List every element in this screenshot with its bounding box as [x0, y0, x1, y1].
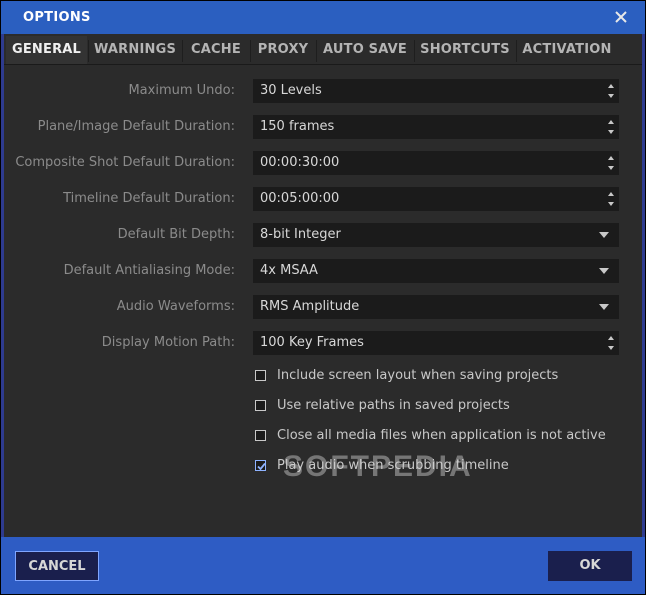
- plane-image-duration-label: Plane/Image Default Duration:: [37, 119, 235, 134]
- options-dialog: OPTIONS GENERAL WARNINGS CACHE PROXY AUT…: [0, 0, 646, 595]
- bit-depth-label: Default Bit Depth:: [117, 227, 235, 242]
- dropdown-arrow-icon[interactable]: [599, 304, 609, 310]
- antialiasing-mode-value: 4x MSAA: [260, 263, 318, 278]
- tab-warnings[interactable]: WARNINGS: [89, 36, 181, 64]
- antialiasing-mode-label: Default Antialiasing Mode:: [63, 263, 235, 278]
- dropdown-arrow-icon[interactable]: [599, 268, 609, 274]
- close-icon[interactable]: [611, 7, 631, 27]
- spinner-arrows-icon[interactable]: [607, 118, 615, 136]
- composite-shot-duration-spinner[interactable]: 00:00:30:00: [253, 151, 619, 175]
- cancel-button[interactable]: CANCEL: [15, 551, 99, 581]
- plane-image-duration-spinner[interactable]: 150 frames: [253, 115, 619, 139]
- spinner-arrows-icon[interactable]: [607, 334, 615, 352]
- tab-proxy[interactable]: PROXY: [251, 36, 315, 64]
- antialiasing-mode-dropdown[interactable]: 4x MSAA: [253, 259, 619, 283]
- tab-cache[interactable]: CACHE: [183, 36, 249, 64]
- motion-path-value: 100 Key Frames: [260, 335, 364, 350]
- tab-activation[interactable]: ACTIVATION: [517, 36, 617, 64]
- composite-shot-duration-label: Composite Shot Default Duration:: [15, 155, 235, 170]
- spinner-arrows-icon[interactable]: [607, 154, 615, 172]
- include-screen-layout-checkbox[interactable]: [255, 370, 266, 381]
- maximum-undo-label: Maximum Undo:: [128, 83, 235, 98]
- maximum-undo-spinner[interactable]: 30 Levels: [253, 79, 619, 103]
- motion-path-spinner[interactable]: 100 Key Frames: [253, 331, 619, 355]
- bit-depth-dropdown[interactable]: 8-bit Integer: [253, 223, 619, 247]
- tab-general[interactable]: GENERAL: [6, 36, 87, 64]
- composite-shot-duration-value: 00:00:30:00: [260, 155, 340, 170]
- tab-bar: GENERAL WARNINGS CACHE PROXY AUTO SAVE S…: [4, 36, 642, 64]
- spinner-arrows-icon[interactable]: [607, 82, 615, 100]
- audio-waveforms-value: RMS Amplitude: [260, 299, 360, 314]
- include-screen-layout-label: Include screen layout when saving projec…: [277, 368, 559, 383]
- tab-auto-save[interactable]: AUTO SAVE: [317, 36, 413, 64]
- timeline-duration-value: 00:05:00:00: [260, 191, 340, 206]
- motion-path-label: Display Motion Path:: [101, 335, 235, 350]
- maximum-undo-value: 30 Levels: [260, 83, 322, 98]
- dialog-footer: CANCEL OK: [1, 537, 645, 594]
- plane-image-duration-value: 150 frames: [260, 119, 335, 134]
- softpedia-watermark: SOFTPEDIA: [283, 450, 473, 483]
- ok-button[interactable]: OK: [548, 551, 632, 581]
- spinner-arrows-icon[interactable]: [607, 190, 615, 208]
- audio-waveforms-dropdown[interactable]: RMS Amplitude: [253, 295, 619, 319]
- checkmark-icon: [257, 462, 266, 471]
- tab-shortcuts[interactable]: SHORTCUTS: [415, 36, 515, 64]
- timeline-duration-spinner[interactable]: 00:05:00:00: [253, 187, 619, 211]
- relative-paths-label: Use relative paths in saved projects: [277, 398, 510, 413]
- close-media-files-checkbox[interactable]: [255, 430, 266, 441]
- timeline-duration-label: Timeline Default Duration:: [63, 191, 235, 206]
- bit-depth-value: 8-bit Integer: [260, 227, 341, 242]
- close-media-files-label: Close all media files when application i…: [277, 428, 606, 443]
- options-body: GENERAL WARNINGS CACHE PROXY AUTO SAVE S…: [4, 34, 642, 537]
- relative-paths-checkbox[interactable]: [255, 400, 266, 411]
- title-bar: OPTIONS: [1, 1, 645, 34]
- audio-waveforms-label: Audio Waveforms:: [116, 299, 235, 314]
- dropdown-arrow-icon[interactable]: [599, 232, 609, 238]
- play-audio-scrubbing-checkbox[interactable]: [255, 460, 266, 471]
- tab-underline: [4, 64, 642, 65]
- dialog-title: OPTIONS: [23, 10, 91, 25]
